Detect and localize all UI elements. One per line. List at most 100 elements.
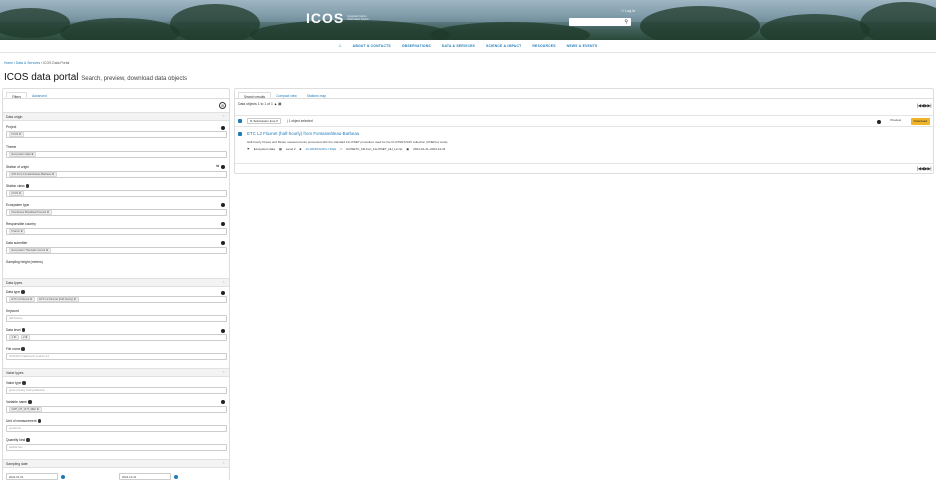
reset-filters-icon[interactable]: ⊘	[219, 102, 226, 109]
project-field[interactable]: ICOS ✖	[6, 131, 227, 138]
result-doi-link[interactable]: 10.18160/G6FN-YDQE	[305, 147, 336, 151]
section-label: Sampling date	[6, 462, 28, 466]
chip[interactable]: ETC L2 Fluxes ✖	[9, 296, 35, 303]
keyword-field[interactable]: (all) breezy	[6, 315, 227, 322]
chip[interactable]: (FR-Fon) Fontainebleau-Barbeau ✖	[9, 171, 57, 178]
help-icon[interactable]	[221, 126, 225, 130]
result-checkbox[interactable]	[238, 132, 242, 136]
unit-field[interactable]: µmol/m²/s	[6, 425, 227, 432]
tab-advanced[interactable]: Advanced	[27, 92, 52, 98]
nav-resources[interactable]: RESOURCES	[532, 44, 555, 48]
help-icon[interactable]	[221, 165, 225, 169]
calendar-icon[interactable]	[61, 475, 65, 479]
calendar-icon[interactable]	[174, 475, 178, 479]
banner-tree	[640, 6, 760, 40]
submitter-field[interactable]: Ecosystem Thematic Centre ✖	[6, 247, 227, 254]
chevron-up-icon[interactable]: ⌃	[222, 462, 225, 466]
icos-logo[interactable]: ICOS Integrated Carbon Observation Syste…	[306, 10, 369, 26]
ecosystem-field[interactable]: Deciduous Broadleaf Forests ✖	[6, 209, 227, 216]
responsible-label: Responsible country	[6, 222, 36, 226]
value-type-field[interactable]: gross primary CO2 production	[6, 387, 227, 394]
banner-tree	[430, 22, 590, 40]
help-icon[interactable]	[21, 347, 25, 351]
banner-tree	[760, 14, 870, 40]
results-footer: |◀◀ ▶▶|	[235, 163, 933, 173]
swap-icon[interactable]: ⇆	[216, 164, 219, 168]
help-icon[interactable]	[221, 329, 225, 333]
station-field[interactable]: (FR-Fon) Fontainebleau-Barbeau ✖	[6, 171, 227, 178]
sort-dropdown[interactable]: ⇅ Submission time ▾	[247, 118, 281, 124]
chip[interactable]: ICOS ✖	[9, 131, 24, 138]
date-to-input[interactable]: 2024-12-31	[119, 473, 178, 480]
chip[interactable]: 2 ✖	[20, 334, 30, 341]
select-all-checkbox[interactable]	[238, 119, 242, 123]
help-icon[interactable]	[221, 400, 225, 404]
nav-news[interactable]: NEWS & EVENTS	[567, 44, 598, 48]
search-icon[interactable]: ⚲	[624, 19, 628, 25]
quantity-kind-placeholder: particle flux	[9, 446, 23, 449]
help-icon[interactable]	[877, 120, 881, 124]
help-icon[interactable]	[221, 291, 225, 295]
help-icon[interactable]	[26, 438, 30, 442]
nav-science[interactable]: SCIENCE & IMPACT	[486, 44, 521, 48]
help-icon[interactable]	[221, 241, 225, 245]
table-icon[interactable]: ▦	[278, 102, 281, 106]
chevron-up-icon[interactable]: ⌃	[222, 371, 225, 375]
tab-stations-map[interactable]: Stations map	[302, 92, 331, 98]
variable-name-field[interactable]: GPP_NT_VUT_REF ✖	[6, 406, 227, 413]
section-value-types[interactable]: Value types ⌃	[3, 368, 229, 377]
nav-observations[interactable]: OBSERVATIONS	[402, 44, 431, 48]
help-icon[interactable]	[21, 290, 25, 294]
data-level-label-text: Data level	[6, 328, 21, 332]
result-level: Level 2	[285, 147, 296, 151]
download-button[interactable]: Download	[910, 118, 930, 125]
breadcrumb-current: ICOS Data Portal	[43, 61, 70, 65]
date-from-input[interactable]: 2024-01-01	[6, 473, 65, 480]
help-icon[interactable]	[221, 222, 225, 226]
chip[interactable]: Deciduous Broadleaf Forests ✖	[9, 209, 52, 216]
site-search-input[interactable]: ⚲	[569, 18, 631, 26]
tab-search-results[interactable]: Search results	[238, 92, 272, 99]
login-label: Log in	[625, 9, 636, 13]
chip[interactable]: Ecosystem data ✖	[9, 151, 37, 158]
data-level-field[interactable]: 1 ✖ 2 ✖	[6, 334, 227, 341]
pager[interactable]: |◀◀ ▶▶|	[917, 103, 931, 109]
tab-filters[interactable]: Filters	[6, 92, 27, 99]
chevron-up-icon[interactable]: ⌃	[222, 115, 225, 119]
chevron-up-icon[interactable]: ⌃	[222, 281, 225, 285]
chip[interactable]: 1 ✖	[9, 334, 19, 341]
home-icon[interactable]: ⌂	[339, 43, 342, 49]
file-name-field[interactable]: ICOS ETC half-hourly product 2.0	[6, 353, 227, 360]
help-icon[interactable]	[221, 203, 225, 207]
help-icon[interactable]	[28, 400, 32, 404]
tab-compact-view[interactable]: Compact view	[271, 92, 302, 98]
chip[interactable]: Ecosystem Thematic Centre ✖	[9, 247, 51, 254]
chip[interactable]: France ✖	[9, 228, 26, 235]
login-link[interactable]: ⚇ Log in	[621, 9, 635, 13]
chip[interactable]: ETC L2 Fluxnet (half-hourly) ✖	[36, 296, 79, 303]
data-type-field[interactable]: ETC L2 Fluxes ✖ ETC L2 Fluxnet (half-hour…	[6, 296, 227, 303]
responsible-field[interactable]: France ✖	[6, 228, 227, 235]
breadcrumb-home[interactable]: Home	[4, 61, 13, 65]
result-title[interactable]: ETC L2 Fluxnet (half-hourly) from Fontai…	[247, 131, 359, 136]
share-icon[interactable]: ▲	[274, 102, 277, 106]
section-data-types[interactable]: Data types ⌃	[3, 278, 229, 287]
help-icon[interactable]	[37, 419, 42, 423]
help-icon[interactable]	[25, 184, 30, 188]
help-icon[interactable]	[21, 328, 26, 332]
file-name-placeholder: ICOS ETC half-hourly product 2.0	[9, 355, 50, 358]
preview-button[interactable]: Preview	[888, 118, 903, 124]
quantity-kind-field[interactable]: particle flux	[6, 444, 227, 451]
chip[interactable]: ICOS ✖	[9, 190, 24, 197]
chip[interactable]: GPP_NT_VUT_REF ✖	[9, 406, 42, 413]
section-data-origin[interactable]: Data origin ⌃	[3, 112, 229, 121]
theme-field[interactable]: Ecosystem data ✖	[6, 151, 227, 158]
nav-data-services[interactable]: DATA & SERVICES	[442, 44, 475, 48]
section-sampling-date[interactable]: Sampling date ⌃	[3, 459, 229, 468]
help-icon[interactable]	[22, 381, 26, 385]
station-class-field[interactable]: ICOS ✖	[6, 190, 227, 197]
pager[interactable]: |◀◀ ▶▶|	[917, 166, 931, 172]
nav-about[interactable]: ABOUT & CONTACTS	[353, 44, 391, 48]
breadcrumb-data[interactable]: Data & Services	[16, 61, 40, 65]
keyword-placeholder: (all) breezy	[9, 317, 23, 320]
